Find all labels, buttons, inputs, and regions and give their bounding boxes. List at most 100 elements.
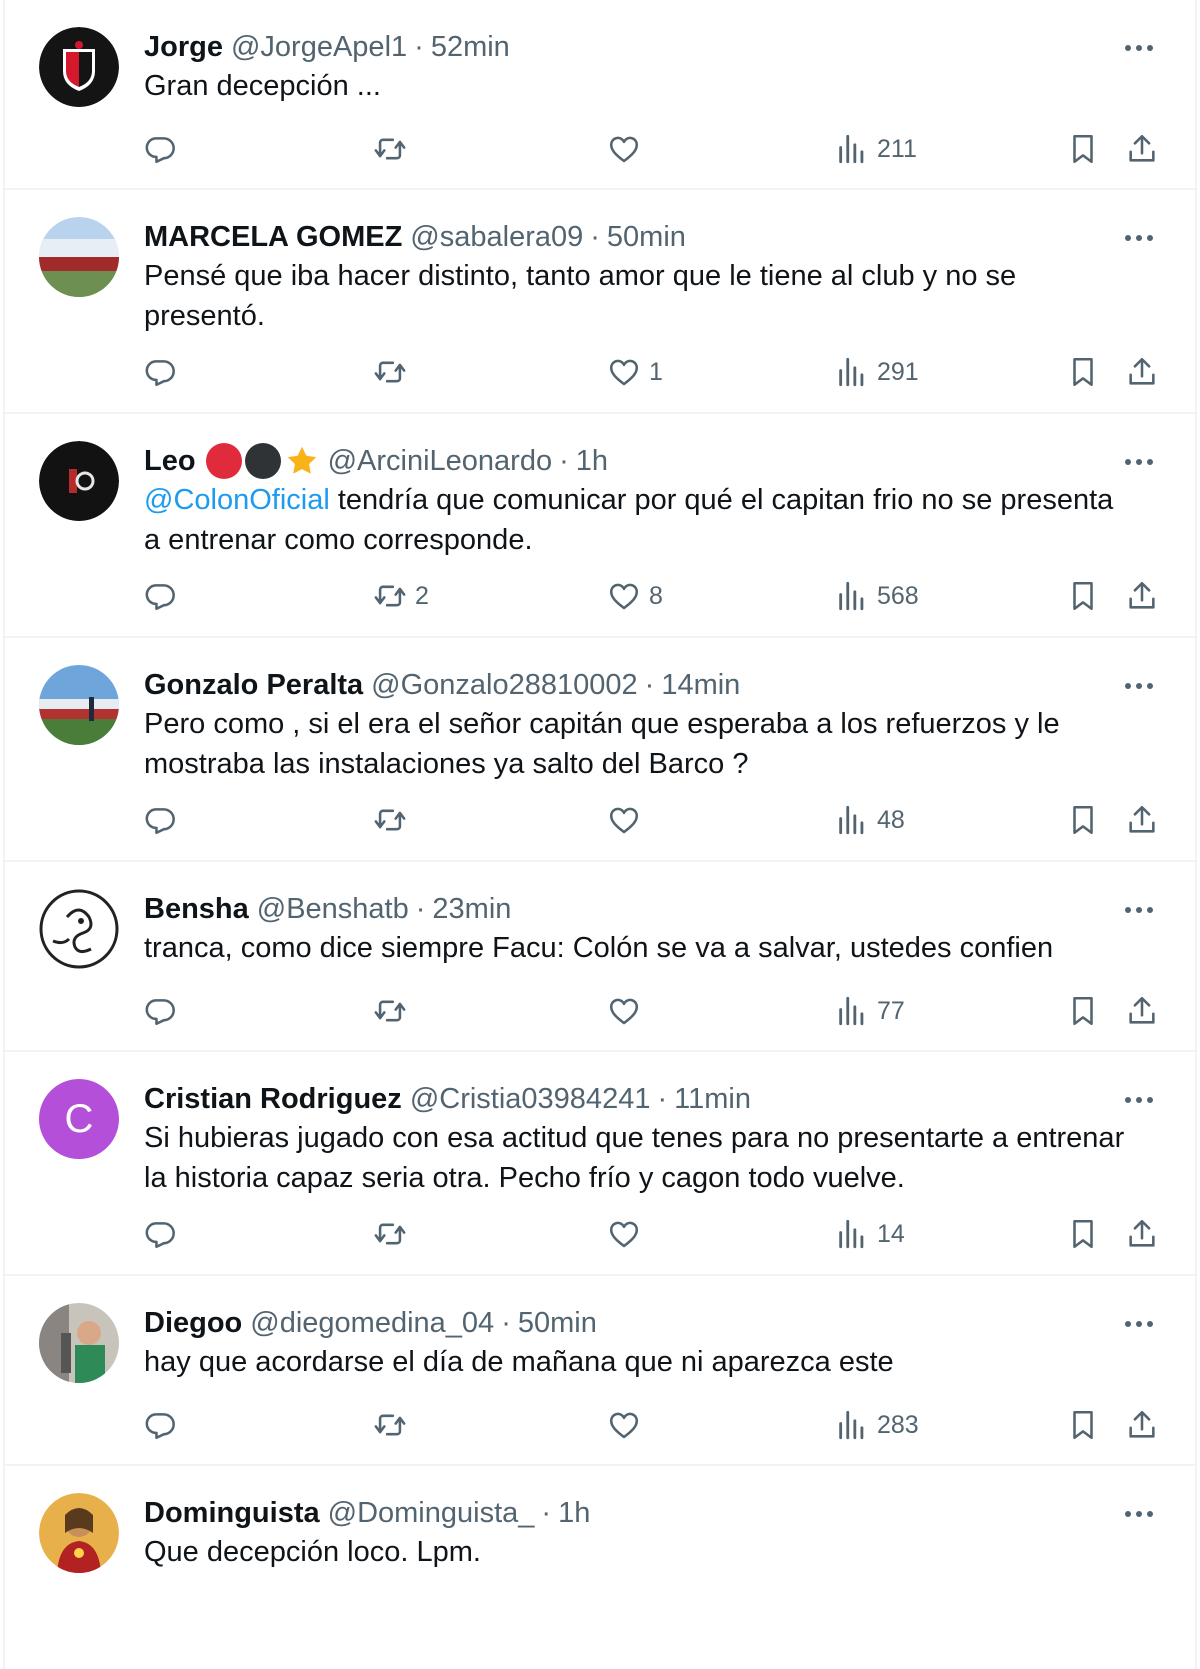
display-name[interactable]: Diegoo xyxy=(144,1307,242,1340)
share-button[interactable] xyxy=(1125,798,1159,842)
display-name[interactable]: Cristian Rodriguez xyxy=(144,1083,402,1116)
reply-icon xyxy=(143,803,177,837)
avatar[interactable] xyxy=(39,217,119,297)
bookmark-button[interactable] xyxy=(1066,1403,1100,1447)
like-button[interactable]: 1 xyxy=(607,350,663,394)
tweet[interactable]: Bensha @Benshatb · 23min tranca, como di… xyxy=(5,862,1195,1052)
bookmark-button[interactable] xyxy=(1066,574,1100,618)
reply-button[interactable] xyxy=(143,350,177,394)
user-handle[interactable]: @Cristia03984241 xyxy=(410,1083,651,1116)
share-icon xyxy=(1125,1408,1159,1442)
like-button[interactable] xyxy=(607,989,649,1033)
views-button[interactable]: 77 xyxy=(835,989,905,1033)
retweet-button[interactable]: 2 xyxy=(373,574,429,618)
user-handle[interactable]: @Gonzalo28810002 xyxy=(371,669,637,702)
more-options-icon[interactable] xyxy=(1119,892,1159,928)
views-button[interactable]: 48 xyxy=(835,798,905,842)
share-button[interactable] xyxy=(1125,989,1159,1033)
avatar[interactable] xyxy=(39,1303,119,1383)
display-name[interactable]: MARCELA GOMEZ xyxy=(144,221,402,254)
timestamp[interactable]: 14min xyxy=(661,669,740,702)
user-handle[interactable]: @JorgeApel1 xyxy=(231,31,407,64)
like-button[interactable] xyxy=(607,127,649,171)
tweet[interactable]: Gonzalo Peralta @Gonzalo28810002 · 14min… xyxy=(5,638,1195,862)
views-button[interactable]: 291 xyxy=(835,350,919,394)
avatar[interactable]: C xyxy=(39,1079,119,1159)
views-button[interactable]: 568 xyxy=(835,574,919,618)
display-name[interactable]: Bensha xyxy=(144,893,249,926)
display-name[interactable]: Gonzalo Peralta xyxy=(144,669,363,702)
display-name[interactable]: Dominguista xyxy=(144,1497,320,1530)
user-handle[interactable]: @sabalera09 xyxy=(410,221,583,254)
bookmark-button[interactable] xyxy=(1066,127,1100,171)
timestamp[interactable]: 50min xyxy=(518,1307,597,1340)
user-handle[interactable]: @diegomedina_04 xyxy=(250,1307,494,1340)
mention-link[interactable]: @ColonOficial xyxy=(144,484,330,516)
avatar[interactable] xyxy=(39,441,119,521)
display-name[interactable]: Jorge xyxy=(144,31,223,64)
like-button[interactable] xyxy=(607,798,649,842)
timestamp[interactable]: 23min xyxy=(432,893,511,926)
timestamp[interactable]: 50min xyxy=(607,221,686,254)
like-button[interactable] xyxy=(607,1403,649,1447)
avatar[interactable] xyxy=(39,27,119,107)
tweet[interactable]: C Cristian Rodriguez @Cristia03984241 · … xyxy=(5,1052,1195,1276)
share-icon xyxy=(1125,579,1159,613)
tweet[interactable]: Jorge @JorgeApel1 · 52min Gran decepción… xyxy=(5,0,1195,190)
avatar[interactable] xyxy=(39,665,119,745)
reply-button[interactable] xyxy=(143,574,177,618)
tweet[interactable]: MARCELA GOMEZ @sabalera09 · 50min Pensé … xyxy=(5,190,1195,414)
retweet-button[interactable] xyxy=(373,989,415,1033)
user-handle[interactable]: @ArciniLeonardo xyxy=(328,445,553,478)
tweet[interactable]: Dominguista @Dominguista_ · 1h Que decep… xyxy=(5,1466,1195,1669)
tweet-actions: 211 xyxy=(5,127,1195,171)
bookmark-button[interactable] xyxy=(1066,350,1100,394)
avatar[interactable] xyxy=(39,1493,119,1573)
reply-button[interactable] xyxy=(143,1212,177,1256)
retweet-icon xyxy=(373,994,407,1028)
views-button[interactable]: 283 xyxy=(835,1403,919,1447)
more-options-icon[interactable] xyxy=(1119,668,1159,704)
heart-icon xyxy=(607,355,641,389)
views-button[interactable]: 14 xyxy=(835,1212,905,1256)
tweet[interactable]: Diegoo @diegomedina_04 · 50min hay que a… xyxy=(5,1276,1195,1466)
user-handle[interactable]: @Dominguista_ xyxy=(328,1497,535,1530)
retweet-count: 2 xyxy=(415,581,429,610)
reply-button[interactable] xyxy=(143,1403,177,1447)
display-name[interactable]: Leo xyxy=(144,445,196,478)
share-button[interactable] xyxy=(1125,1212,1159,1256)
avatar[interactable] xyxy=(39,889,119,969)
bookmark-button[interactable] xyxy=(1066,989,1100,1033)
retweet-button[interactable] xyxy=(373,350,415,394)
bookmark-button[interactable] xyxy=(1066,798,1100,842)
tweet[interactable]: Leo @ArciniLeonardo · 1h @ColonOficial t… xyxy=(5,414,1195,638)
more-options-icon[interactable] xyxy=(1119,1496,1159,1532)
share-button[interactable] xyxy=(1125,1403,1159,1447)
bookmark-button[interactable] xyxy=(1066,1212,1100,1256)
share-button[interactable] xyxy=(1125,574,1159,618)
views-button[interactable]: 211 xyxy=(835,127,917,171)
heart-icon xyxy=(607,579,641,613)
more-options-icon[interactable] xyxy=(1119,30,1159,66)
timestamp[interactable]: 11min xyxy=(674,1083,751,1116)
retweet-button[interactable] xyxy=(373,1403,415,1447)
timestamp[interactable]: 1h xyxy=(558,1497,590,1530)
timestamp[interactable]: 1h xyxy=(576,445,608,478)
like-button[interactable] xyxy=(607,1212,649,1256)
retweet-button[interactable] xyxy=(373,127,415,171)
like-button[interactable]: 8 xyxy=(607,574,663,618)
more-options-icon[interactable] xyxy=(1119,1306,1159,1342)
retweet-button[interactable] xyxy=(373,1212,415,1256)
more-options-icon[interactable] xyxy=(1119,444,1159,480)
more-options-icon[interactable] xyxy=(1119,220,1159,256)
timestamp[interactable]: 52min xyxy=(431,31,510,64)
share-button[interactable] xyxy=(1125,127,1159,171)
retweet-button[interactable] xyxy=(373,798,415,842)
heart-icon xyxy=(607,1408,641,1442)
reply-button[interactable] xyxy=(143,798,177,842)
user-handle[interactable]: @Benshatb xyxy=(257,893,409,926)
reply-button[interactable] xyxy=(143,127,177,171)
more-options-icon[interactable] xyxy=(1119,1082,1159,1118)
share-button[interactable] xyxy=(1125,350,1159,394)
reply-button[interactable] xyxy=(143,989,177,1033)
